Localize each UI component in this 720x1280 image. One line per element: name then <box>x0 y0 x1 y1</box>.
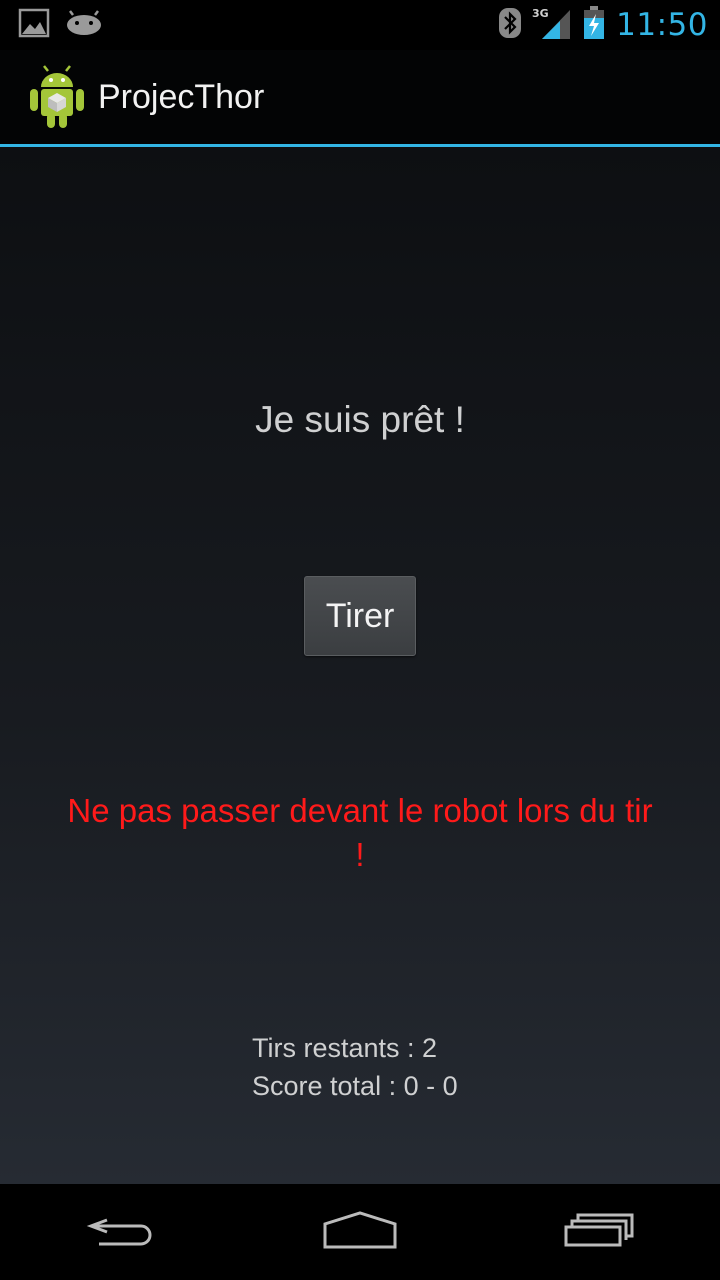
picture-notification-icon <box>18 7 50 43</box>
shots-remaining-label: Tirs restants : 2 <box>252 1033 438 1063</box>
action-bar: ProjecThor <box>0 50 720 147</box>
android-app-icon[interactable] <box>28 65 86 129</box>
android-notification-icon <box>66 10 102 40</box>
app-title: ProjecThor <box>98 77 265 116</box>
svg-text:3G: 3G <box>532 7 549 20</box>
status-bar: 3G 11:50 <box>0 0 720 50</box>
bluetooth-icon <box>498 7 522 43</box>
recent-apps-button[interactable] <box>520 1184 680 1280</box>
back-button[interactable] <box>40 1184 200 1280</box>
recent-apps-icon <box>564 1212 636 1252</box>
navigation-bar <box>0 1184 720 1280</box>
status-message: Je suis prêt ! <box>255 399 465 440</box>
home-button[interactable] <box>280 1184 440 1280</box>
battery-charging-icon <box>582 6 606 44</box>
main-content: Je suis prêt ! Tirer Ne pas passer devan… <box>0 147 720 1184</box>
status-clock: 11:50 <box>616 7 708 43</box>
stats-panel: Tirs restants : 2 Score total : 0 - 0 <box>252 1029 458 1105</box>
fire-button[interactable]: Tirer <box>304 576 416 656</box>
back-icon <box>85 1212 155 1252</box>
total-score-label: Score total : 0 - 0 <box>252 1071 458 1101</box>
home-icon <box>322 1210 398 1254</box>
signal-icon: 3G <box>532 6 572 44</box>
warning-message: Ne pas passer devant le robot lors du ti… <box>67 792 653 873</box>
